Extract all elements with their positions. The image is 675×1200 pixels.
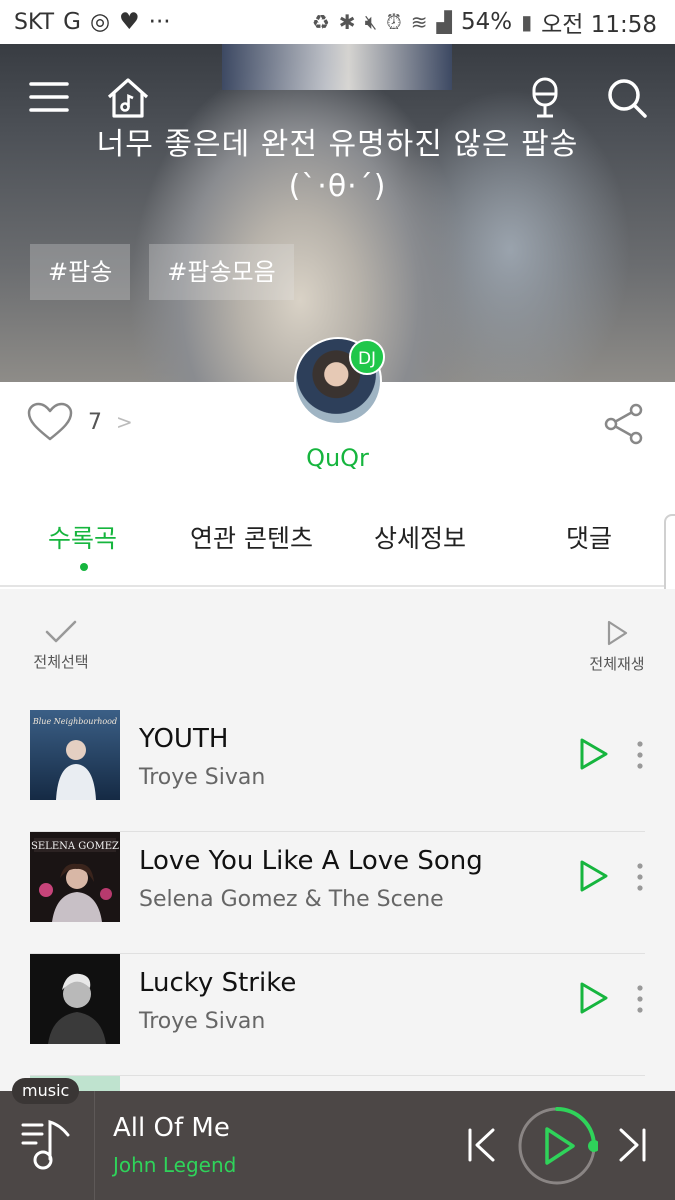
previous-track-icon[interactable] <box>466 1127 498 1163</box>
playback-progress-knob[interactable] <box>588 1140 598 1152</box>
playlist-title: 너무 좋은데 완전 유명하진 않은 팝송 (`·θ·´) <box>0 124 675 208</box>
play-all-label: 전체재생 <box>589 655 645 673</box>
wifi-icon: ≋ <box>410 10 428 34</box>
svg-text:Blue Neighbourhood: Blue Neighbourhood <box>32 717 117 726</box>
music-badge: music <box>12 1078 80 1104</box>
now-playing-title[interactable]: All Of Me <box>113 1113 230 1143</box>
tab-comments[interactable]: 댓글 <box>566 519 612 555</box>
select-all-label: 전체선택 <box>33 653 89 671</box>
playlist-title-line1: 너무 좋은데 완전 유명하진 않은 팝송 <box>96 127 579 162</box>
next-track-icon[interactable] <box>616 1127 648 1163</box>
select-all-button[interactable]: 전체선택 <box>26 619 96 672</box>
track-artist: Selena Gomez & The Scene <box>139 887 444 912</box>
dj-name[interactable]: QuQr <box>0 444 675 472</box>
bluetooth-icon: ✱ <box>338 10 356 34</box>
play-icon[interactable] <box>576 859 610 893</box>
alarm-icon: ⏰︎ <box>386 10 402 34</box>
mute-icon: 🔇︎ <box>364 10 378 34</box>
svg-text:SELENA GOMEZ: SELENA GOMEZ <box>31 841 119 852</box>
check-icon <box>45 620 77 643</box>
music-app-icon: ◎ <box>89 9 111 35</box>
tag-pop-collection[interactable]: #팝송모음 <box>149 244 294 300</box>
track-title: Lucky Strike <box>139 968 297 998</box>
tab-details[interactable]: 상세정보 <box>374 519 466 555</box>
tab-tracks[interactable]: 수록곡 <box>48 519 117 555</box>
battery-icon: ▮ <box>521 10 533 34</box>
play-icon <box>545 1127 575 1165</box>
track-artist: Troye Sivan <box>139 1009 266 1034</box>
play-all-button[interactable]: 전체재생 <box>582 619 652 674</box>
recycle-icon: ♻ <box>311 10 330 34</box>
dj-badge: DJ <box>349 339 385 375</box>
microphone-icon[interactable] <box>524 76 568 120</box>
top-nav <box>0 76 675 122</box>
track-title: YOUTH <box>139 724 229 754</box>
track-artist: Troye Sivan <box>139 765 266 790</box>
play-icon[interactable] <box>576 981 610 1015</box>
album-cover: Blue Neighbourhood <box>30 710 120 800</box>
home-icon[interactable] <box>106 76 150 120</box>
tag-pop[interactable]: #팝송 <box>30 244 131 300</box>
g-icon: G <box>63 9 81 35</box>
search-icon[interactable] <box>605 76 649 120</box>
divider <box>94 1091 95 1200</box>
clock: 오전 11:58 <box>541 12 657 38</box>
mini-player[interactable]: All Of Me John Legend <box>0 1091 675 1200</box>
tag-list: #팝송 #팝송모음 <box>30 244 294 300</box>
share-icon[interactable] <box>602 402 646 446</box>
like-section[interactable]: 7 > <box>26 402 133 442</box>
battery-percent: 54% <box>460 9 513 35</box>
playlist-title-line2: (`·θ·´) <box>288 169 387 204</box>
signal-icon: ▟ <box>436 10 452 34</box>
track-row[interactable]: Blue Neighbourhood YOUTH Troye Sivan <box>30 710 645 832</box>
play-icon[interactable] <box>576 737 610 771</box>
tab-related-content[interactable]: 연관 콘텐츠 <box>190 519 313 555</box>
album-cover: SELENA GOMEZ <box>30 832 120 922</box>
track-row[interactable]: SELENA GOMEZ Love You Like A Love Song S… <box>30 832 645 954</box>
play-pause-button[interactable] <box>516 1105 598 1187</box>
playlist-hero: 너무 좋은데 완전 유명하진 않은 팝송 (`·θ·´) #팝송 #팝송모음 <box>0 0 675 382</box>
track-title: Love You Like A Love Song <box>139 846 483 876</box>
track-row[interactable]: Lucky Strike Troye Sivan <box>30 954 645 1076</box>
more-notifications-icon: ··· <box>148 9 171 35</box>
status-bar: SKT G ◎ ♥ ··· ♻ ✱ 🔇︎ ⏰︎ ≋ ▟ 54% ▮ 오전 11:… <box>0 0 675 44</box>
track-list: 전체선택 전체재생 Blue Neighbourhood YOUTH Troye… <box>0 589 675 1109</box>
album-cover <box>30 954 120 1044</box>
more-options-icon[interactable] <box>632 984 648 1014</box>
more-options-icon[interactable] <box>632 862 648 892</box>
active-tab-indicator <box>80 563 88 571</box>
tab-bar: 수록곡 연관 콘텐츠 상세정보 댓글 <box>0 505 675 587</box>
play-outline-icon <box>607 620 628 646</box>
menu-icon[interactable] <box>28 76 72 120</box>
heart-status-icon: ♥ <box>119 9 140 35</box>
like-count[interactable]: 7 <box>88 410 102 435</box>
now-playing-artist[interactable]: John Legend <box>113 1153 236 1177</box>
chevron-right-icon[interactable]: > <box>116 410 133 434</box>
more-options-icon[interactable] <box>632 740 648 770</box>
playlist-music-icon[interactable] <box>20 1117 76 1173</box>
heart-icon[interactable] <box>26 402 74 442</box>
carrier-label: SKT <box>14 9 55 35</box>
